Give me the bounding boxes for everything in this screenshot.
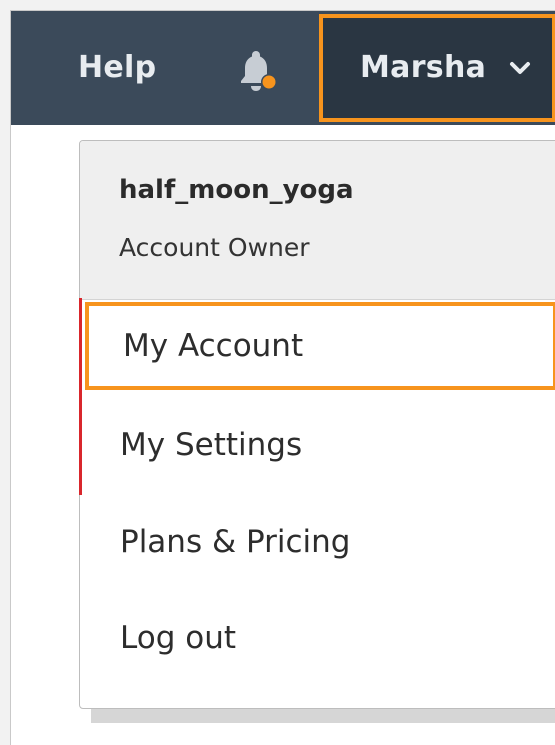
menu-item-my-account[interactable]: My Account [85, 302, 555, 390]
notification-dot [262, 75, 276, 89]
bell-icon[interactable] [233, 49, 279, 95]
app-frame: Help Marsha half_moon_yoga Account Owner… [10, 10, 555, 745]
menu-item-my-settings[interactable]: My Settings [80, 397, 555, 493]
top-navigation-bar: Help Marsha [11, 11, 555, 125]
user-menu-button[interactable]: Marsha [319, 14, 555, 122]
account-name: half_moon_yoga [119, 175, 354, 205]
chevron-down-icon [510, 62, 530, 74]
menu-item-plans-pricing[interactable]: Plans & Pricing [80, 494, 555, 590]
account-info-header: half_moon_yoga Account Owner [80, 141, 555, 300]
menu-item-log-out[interactable]: Log out [80, 590, 555, 686]
account-role: Account Owner [119, 233, 310, 262]
user-dropdown-menu: half_moon_yoga Account Owner My Account … [79, 140, 555, 709]
user-name-label: Marsha [360, 50, 487, 85]
help-link[interactable]: Help [78, 11, 156, 125]
